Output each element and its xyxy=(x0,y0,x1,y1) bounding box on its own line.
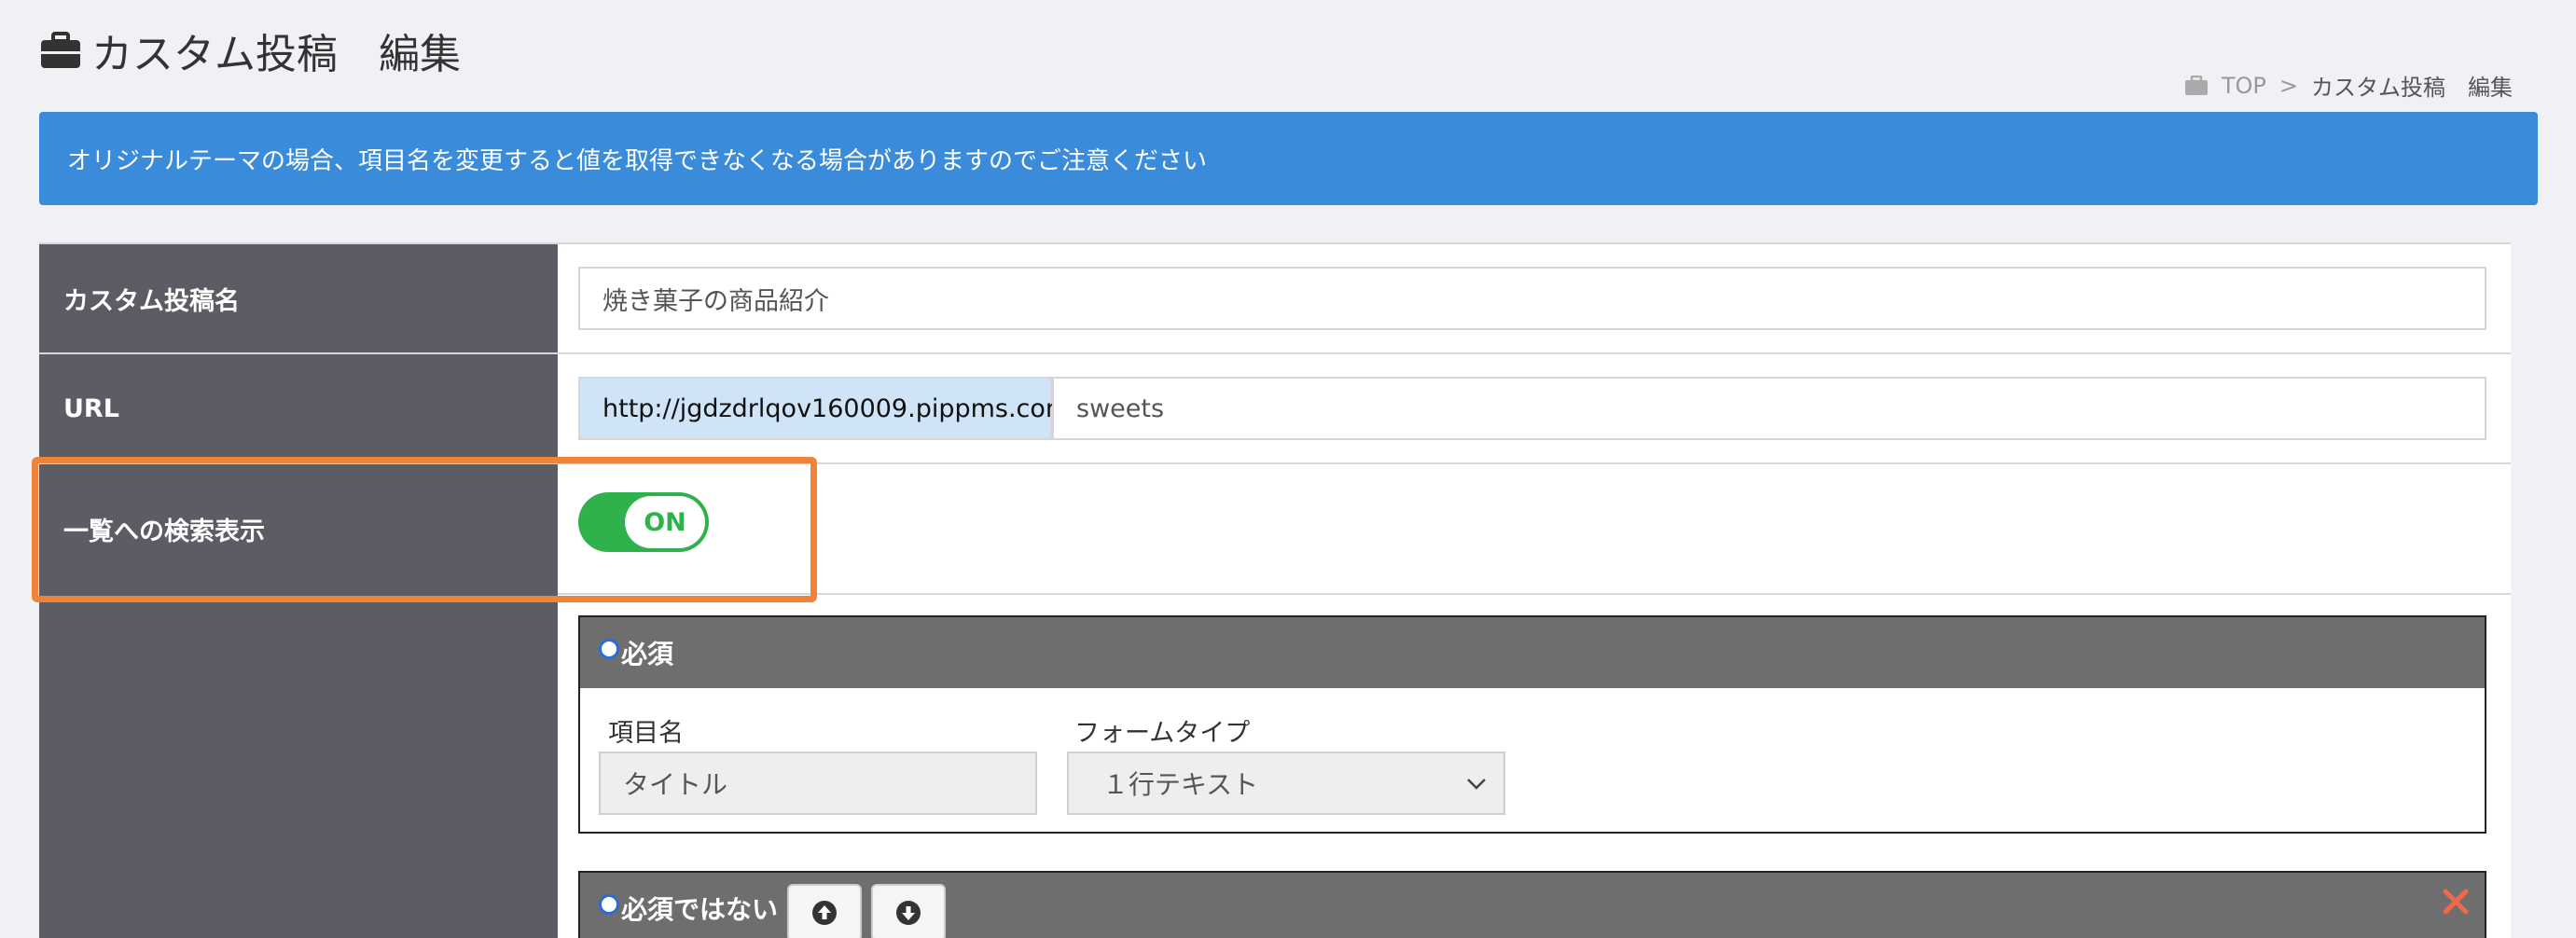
item-name-value: タイトル xyxy=(623,769,728,800)
item-name-input[interactable]: タイトル xyxy=(599,752,1037,815)
custom-post-name-label: カスタム投稿名 xyxy=(39,244,558,352)
search-display-toggle[interactable]: ON xyxy=(578,492,709,552)
breadcrumb-separator: > xyxy=(2278,72,2298,99)
form-type-value: １行テキスト xyxy=(1102,769,1259,800)
custom-post-name-input[interactable]: 焼き菓子の商品紹介 xyxy=(578,267,2486,330)
field-header-text: 必須ではない xyxy=(621,894,779,925)
chevron-down-icon xyxy=(1467,779,1486,790)
briefcase-icon xyxy=(2184,75,2208,95)
arrow-up-circle-icon xyxy=(812,901,838,925)
page-title: カスタム投稿 編集 xyxy=(39,21,461,80)
url-slug-value: sweets xyxy=(1076,393,1165,423)
search-display-label-text: 一覧への検索表示 xyxy=(63,517,265,546)
optional-radio[interactable] xyxy=(599,894,619,915)
url-label-text: URL xyxy=(63,393,119,423)
move-down-button[interactable] xyxy=(871,884,947,938)
field-header: 必須ではない xyxy=(580,873,2485,938)
breadcrumb-current: カスタム投稿 編集 xyxy=(2311,75,2513,101)
field-header-title: 必須ではない xyxy=(599,890,778,927)
url-prefix-text: http://jgdzdrlqov160009.pippms.com/ xyxy=(602,393,1079,423)
custom-post-name-value: 焼き菓子の商品紹介 xyxy=(602,286,829,316)
close-icon[interactable] xyxy=(2442,888,2470,916)
row-divider xyxy=(558,593,2511,595)
breadcrumb: TOP > カスタム投稿 編集 xyxy=(2184,69,2513,102)
item-name-label: 項目名 xyxy=(608,719,684,748)
url-slug-input[interactable]: sweets xyxy=(1052,377,2486,440)
arrow-down-circle-icon xyxy=(896,901,921,925)
search-display-label: 一覧への検索表示 xyxy=(39,464,558,593)
toggle-knob: ON xyxy=(625,496,705,548)
move-up-button[interactable] xyxy=(787,884,863,938)
field-block-required: 必須 項目名 タイトル フォームタイプ １行テキスト xyxy=(578,615,2486,834)
toggle-state-text: ON xyxy=(644,507,686,537)
field-block-optional: 必須ではない xyxy=(578,871,2486,938)
briefcase-icon xyxy=(41,32,80,68)
page-title-text: カスタム投稿 編集 xyxy=(91,31,461,78)
url-label: URL xyxy=(39,354,558,462)
breadcrumb-home-link[interactable]: TOP xyxy=(2222,73,2266,99)
field-header: 必須 xyxy=(580,617,2485,688)
field-header-text: 必須 xyxy=(621,639,674,669)
form-type-label: フォームタイプ xyxy=(1074,719,1251,748)
form-type-select[interactable]: １行テキスト xyxy=(1067,752,1505,815)
url-prefix: http://jgdzdrlqov160009.pippms.com/ xyxy=(578,377,1078,440)
notice-text: オリジナルテーマの場合、項目名を変更すると値を取得できなくなる場合がありますので… xyxy=(67,146,1208,175)
form-table: カスタム投稿名 焼き菓子の商品紹介 URL http://jgdzdrlqov1… xyxy=(39,242,2511,938)
custom-post-name-label-text: カスタム投稿名 xyxy=(63,286,240,316)
notice-banner: オリジナルテーマの場合、項目名を変更すると値を取得できなくなる場合がありますので… xyxy=(39,112,2538,205)
required-radio[interactable] xyxy=(599,639,619,659)
